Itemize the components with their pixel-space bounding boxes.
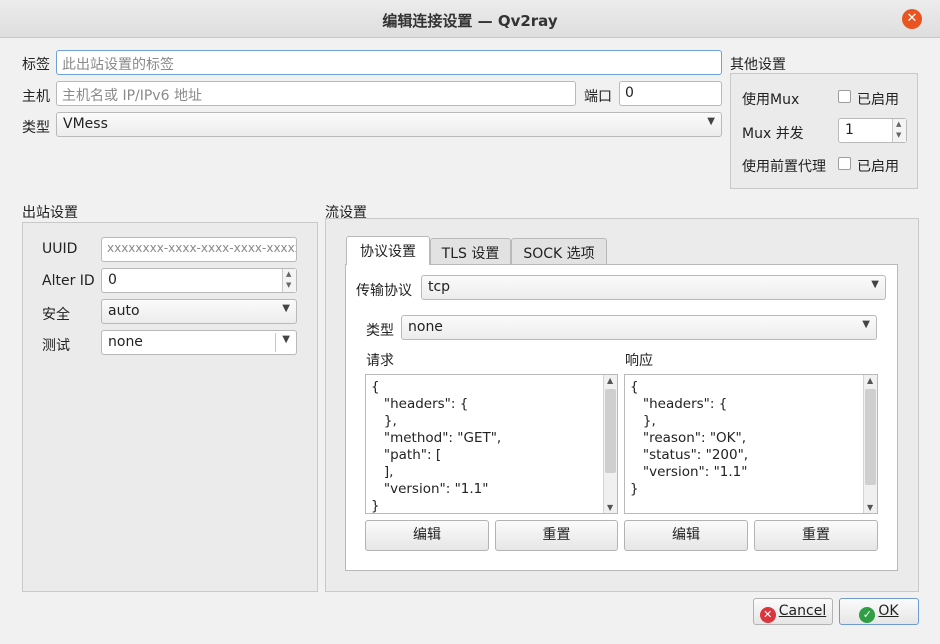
security-select[interactable]: auto ▼ <box>101 299 297 324</box>
mux-checkbox[interactable] <box>838 90 851 103</box>
spin-down-icon[interactable]: ▼ <box>286 281 291 289</box>
mux-label: 使用Mux <box>742 92 800 108</box>
response-scrollbar[interactable]: ▲ ▼ <box>863 375 877 513</box>
tag-label: 标签 <box>22 57 50 73</box>
tab-protocol-settings[interactable]: 协议设置 <box>346 236 430 265</box>
request-textarea[interactable]: { "headers": { }, "method": "GET", "path… <box>365 374 618 514</box>
response-reset-button[interactable]: 重置 <box>754 520 878 551</box>
response-edit-button[interactable]: 编辑 <box>624 520 748 551</box>
tab-tls-settings[interactable]: TLS 设置 <box>430 238 511 265</box>
type-label: 类型 <box>22 120 50 136</box>
spin-up-icon[interactable]: ▲ <box>896 120 901 128</box>
transport-label: 传输协议 <box>356 283 412 299</box>
host-placeholder: 主机名或 IP/IPv6 地址 <box>62 88 202 104</box>
spin-up-icon[interactable]: ▲ <box>286 270 291 278</box>
tab-sock-options[interactable]: SOCK 选项 <box>511 238 607 265</box>
header-type-select[interactable]: none ▼ <box>401 315 877 340</box>
alterid-label: Alter ID <box>42 273 95 289</box>
other-settings-title: 其他设置 <box>730 57 786 73</box>
port-label: 端口 <box>584 89 612 105</box>
outbound-settings-title: 出站设置 <box>22 205 78 221</box>
header-type-select-value: none <box>408 319 443 335</box>
test-select-value: none <box>108 334 143 350</box>
scroll-down-icon[interactable]: ▼ <box>607 503 613 512</box>
scroll-up-icon[interactable]: ▲ <box>607 376 613 385</box>
combo-separator <box>275 333 276 352</box>
type-select[interactable]: VMess ▼ <box>56 112 722 137</box>
request-label: 请求 <box>366 353 394 369</box>
ok-button-label: OK <box>878 603 899 619</box>
response-label: 响应 <box>625 353 653 369</box>
ok-button[interactable]: ✓ OK <box>839 598 919 625</box>
header-type-label: 类型 <box>366 323 394 339</box>
proxy-checkbox[interactable] <box>838 157 851 170</box>
mux-concurrency-spinbox[interactable]: 1 ▲ ▼ <box>838 118 907 143</box>
tag-placeholder: 此出站设置的标签 <box>62 57 174 73</box>
test-label: 测试 <box>42 338 70 354</box>
uuid-label: UUID <box>42 241 78 257</box>
close-icon[interactable]: ✕ <box>902 9 922 29</box>
request-edit-button[interactable]: 编辑 <box>365 520 489 551</box>
proxy-enabled-label: 已启用 <box>857 159 899 175</box>
port-input[interactable]: 0 <box>619 81 722 106</box>
chevron-down-icon: ▼ <box>871 279 879 290</box>
uuid-input[interactable]: xxxxxxxx-xxxx-xxxx-xxxx-xxxxxxxxxxxx <box>101 237 297 262</box>
window-title: 编辑连接设置 — Qv2ray <box>382 12 558 30</box>
chevron-down-icon: ▼ <box>707 116 715 127</box>
transport-select-value: tcp <box>428 279 451 295</box>
mux-concurrency-label: Mux 并发 <box>742 126 804 142</box>
response-text: { "headers": { }, "reason": "OK", "statu… <box>630 379 749 497</box>
response-textarea[interactable]: { "headers": { }, "reason": "OK", "statu… <box>624 374 878 514</box>
chevron-down-icon: ▼ <box>282 303 290 314</box>
security-label: 安全 <box>42 307 70 323</box>
scroll-down-icon[interactable]: ▼ <box>867 503 873 512</box>
spin-buttons[interactable]: ▲ ▼ <box>282 269 296 292</box>
type-select-value: VMess <box>63 116 108 132</box>
security-select-value: auto <box>108 303 140 319</box>
uuid-placeholder: xxxxxxxx-xxxx-xxxx-xxxx-xxxxxxxxxxxx <box>107 241 296 255</box>
alterid-value: 0 <box>108 272 117 288</box>
host-input[interactable]: 主机名或 IP/IPv6 地址 <box>56 81 576 106</box>
scroll-up-icon[interactable]: ▲ <box>867 376 873 385</box>
alterid-spinbox[interactable]: 0 ▲ ▼ <box>101 268 297 293</box>
spin-down-icon[interactable]: ▼ <box>896 131 901 139</box>
request-scrollbar[interactable]: ▲ ▼ <box>603 375 617 513</box>
host-label: 主机 <box>22 89 50 105</box>
request-reset-button[interactable]: 重置 <box>495 520 618 551</box>
scroll-thumb[interactable] <box>605 389 616 473</box>
mux-enabled-label: 已启用 <box>857 92 899 108</box>
cancel-button-label: Cancel <box>778 603 827 619</box>
chevron-down-icon: ▼ <box>282 334 290 345</box>
mux-concurrency-value: 1 <box>845 122 854 138</box>
spin-buttons[interactable]: ▲ ▼ <box>892 119 906 142</box>
cancel-icon: ✕ <box>759 607 776 623</box>
request-text: { "headers": { }, "method": "GET", "path… <box>371 379 502 514</box>
proxy-label: 使用前置代理 <box>742 159 826 175</box>
cancel-button[interactable]: ✕ Cancel <box>753 598 833 625</box>
chevron-down-icon: ▼ <box>862 319 870 330</box>
test-select[interactable]: none ▼ <box>101 330 297 355</box>
tag-input[interactable]: 此出站设置的标签 <box>56 50 722 75</box>
transport-select[interactable]: tcp ▼ <box>421 275 886 300</box>
scroll-thumb[interactable] <box>865 389 876 485</box>
check-icon: ✓ <box>859 607 876 623</box>
